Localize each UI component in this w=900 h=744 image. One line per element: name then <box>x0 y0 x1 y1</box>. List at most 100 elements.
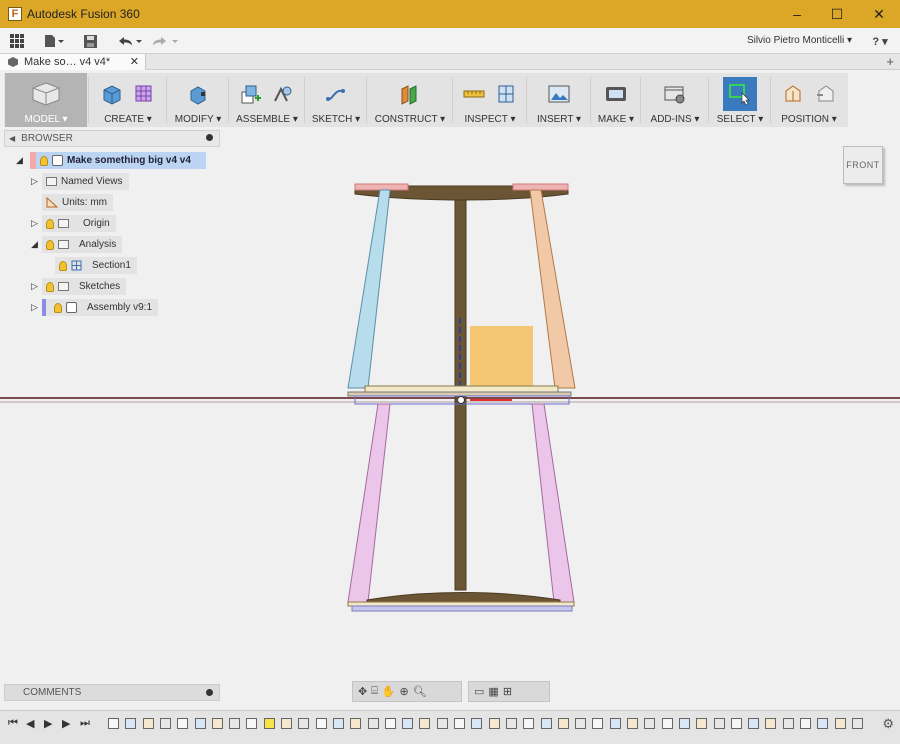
timeline-feature-icon[interactable] <box>644 718 656 729</box>
close-button[interactable]: ✕ <box>860 0 898 28</box>
timeline-feature-icon[interactable] <box>661 718 673 729</box>
viewports-icon[interactable]: ⊞ <box>503 685 512 698</box>
inspect-menu[interactable]: INSPECT ▾ <box>465 114 516 125</box>
modify-group[interactable]: MODIFY ▾ <box>170 73 226 127</box>
comments-panel[interactable]: COMMENTS <box>4 684 220 701</box>
create-menu[interactable]: CREATE ▾ <box>104 114 152 125</box>
pan-icon[interactable]: ✋ <box>382 685 396 698</box>
sketch-group[interactable]: SKETCH ▾ <box>308 73 364 127</box>
capture-position-icon[interactable] <box>782 83 804 105</box>
assemble-menu[interactable]: ASSEMBLE ▾ <box>236 114 298 125</box>
inspect-group[interactable]: INSPECT ▾ <box>456 73 524 127</box>
position-menu[interactable]: POSITION ▾ <box>781 114 837 125</box>
sketch-menu[interactable]: SKETCH ▾ <box>312 114 360 125</box>
pin-icon[interactable] <box>206 689 213 696</box>
create-group[interactable]: CREATE ▾ <box>92 73 164 127</box>
timeline-feature-icon[interactable] <box>125 718 137 729</box>
go-to-start-icon[interactable]: ⏮ <box>8 717 18 730</box>
timeline-feature-icon[interactable] <box>402 718 414 729</box>
timeline-feature-icon[interactable] <box>263 718 275 729</box>
timeline-feature-icon[interactable] <box>194 718 206 729</box>
timeline-feature-icon[interactable] <box>696 718 708 729</box>
make-group[interactable]: MAKE ▾ <box>594 73 638 127</box>
select-icon[interactable] <box>723 77 757 111</box>
construct-group[interactable]: CONSTRUCT ▾ <box>370 73 450 127</box>
new-tab-button[interactable]: + <box>886 54 894 69</box>
timeline-feature-icon[interactable] <box>471 718 483 729</box>
viewcube-front-face[interactable]: FRONT <box>846 160 880 170</box>
timeline-feature-icon[interactable] <box>765 718 777 729</box>
timeline-feature-icon[interactable] <box>177 718 189 729</box>
timeline-feature-icon[interactable] <box>557 718 569 729</box>
timeline-feature-icon[interactable] <box>419 718 431 729</box>
timeline-feature-icon[interactable] <box>523 718 535 729</box>
orbit-icon[interactable]: ✥ <box>358 685 367 698</box>
timeline-feature-icon[interactable] <box>142 718 154 729</box>
add-ins-group[interactable]: ADD-INS ▾ <box>644 73 706 127</box>
close-tab-button[interactable]: ✕ <box>130 55 139 68</box>
construct-menu[interactable]: CONSTRUCT ▾ <box>375 114 445 125</box>
grid-settings-icon[interactable]: ▦ <box>488 685 498 698</box>
timeline-feature-icon[interactable] <box>748 718 760 729</box>
gear-icon[interactable]: ⚙ <box>882 716 894 732</box>
select-menu[interactable]: SELECT ▾ <box>717 114 764 125</box>
timeline-feature-icon[interactable] <box>782 718 794 729</box>
grid-sphere-icon[interactable] <box>133 83 155 105</box>
minimize-button[interactable]: – <box>778 0 816 28</box>
undo-icon[interactable] <box>114 32 144 50</box>
timeline-feature-icon[interactable] <box>851 718 863 729</box>
timeline-feature-icon[interactable] <box>211 718 223 729</box>
timeline-feature-icon[interactable] <box>678 718 690 729</box>
timeline-feature-icon[interactable] <box>436 718 448 729</box>
zoom-window-icon[interactable]: ⊕ <box>400 685 409 698</box>
maximize-button[interactable]: ☐ <box>818 0 856 28</box>
save-icon[interactable] <box>82 32 98 50</box>
display-settings-icon[interactable]: ▭ <box>474 685 484 698</box>
box-icon[interactable] <box>101 83 123 105</box>
assemble-group[interactable]: ASSEMBLE ▾ <box>232 73 302 127</box>
viewcube[interactable]: FRONT <box>843 146 883 184</box>
timeline-feature-icon[interactable] <box>817 718 829 729</box>
user-account-menu[interactable]: Silvio Pietro Monticelli ▾ <box>747 35 852 46</box>
timeline-feature-icon[interactable] <box>505 718 517 729</box>
timeline-feature-icon[interactable] <box>108 718 119 729</box>
measure-icon[interactable] <box>463 83 485 105</box>
timeline-feature-icon[interactable] <box>592 718 604 729</box>
offset-plane-icon[interactable] <box>399 83 421 105</box>
workspace-switcher[interactable]: MODEL ▾ <box>5 73 87 127</box>
timeline-feature-icon[interactable] <box>332 718 344 729</box>
add-ins-menu[interactable]: ADD-INS ▾ <box>651 114 700 125</box>
sketch-curve-icon[interactable] <box>325 83 347 105</box>
timeline-feature-icon[interactable] <box>315 718 327 729</box>
timeline-feature-icon[interactable] <box>713 718 725 729</box>
look-at-icon[interactable]: ⌸ <box>371 685 378 698</box>
grid-icon[interactable] <box>8 32 26 50</box>
timeline-feature-icon[interactable] <box>454 718 465 729</box>
insert-group[interactable]: INSERT ▾ <box>530 73 588 127</box>
timeline-feature-icon[interactable] <box>246 718 258 729</box>
zoom-icon[interactable]: 🔍︎ <box>413 685 427 698</box>
timeline-feature-icon[interactable] <box>229 718 241 729</box>
step-back-icon[interactable]: ◀ <box>26 717 34 730</box>
step-forward-icon[interactable]: ▶ <box>62 717 70 730</box>
go-to-end-icon[interactable]: ⏭ <box>80 717 90 730</box>
timeline-feature-icon[interactable] <box>159 718 171 729</box>
document-tab[interactable]: Make so… v4 v4* ✕ <box>0 54 146 70</box>
make-menu[interactable]: MAKE ▾ <box>598 114 634 125</box>
timeline-feature-icon[interactable] <box>540 718 552 729</box>
press-pull-icon[interactable] <box>187 83 209 105</box>
timeline-feature-icon[interactable] <box>350 718 362 729</box>
section-analysis-icon[interactable] <box>495 83 517 105</box>
make-icon[interactable] <box>605 83 627 105</box>
timeline-feature-icon[interactable] <box>298 718 310 729</box>
joint-icon[interactable] <box>272 83 294 105</box>
select-group[interactable]: SELECT ▾ <box>712 73 768 127</box>
timeline-feature-icon[interactable] <box>627 718 638 729</box>
revert-position-icon[interactable] <box>814 83 836 105</box>
modify-menu[interactable]: MODIFY ▾ <box>175 114 222 125</box>
redo-icon[interactable] <box>150 32 180 50</box>
timeline-feature-icon[interactable] <box>834 718 846 729</box>
play-icon[interactable]: ▶ <box>44 717 52 730</box>
position-group[interactable]: POSITION ▾ <box>774 73 844 127</box>
timeline-feature-icon[interactable] <box>384 718 396 729</box>
